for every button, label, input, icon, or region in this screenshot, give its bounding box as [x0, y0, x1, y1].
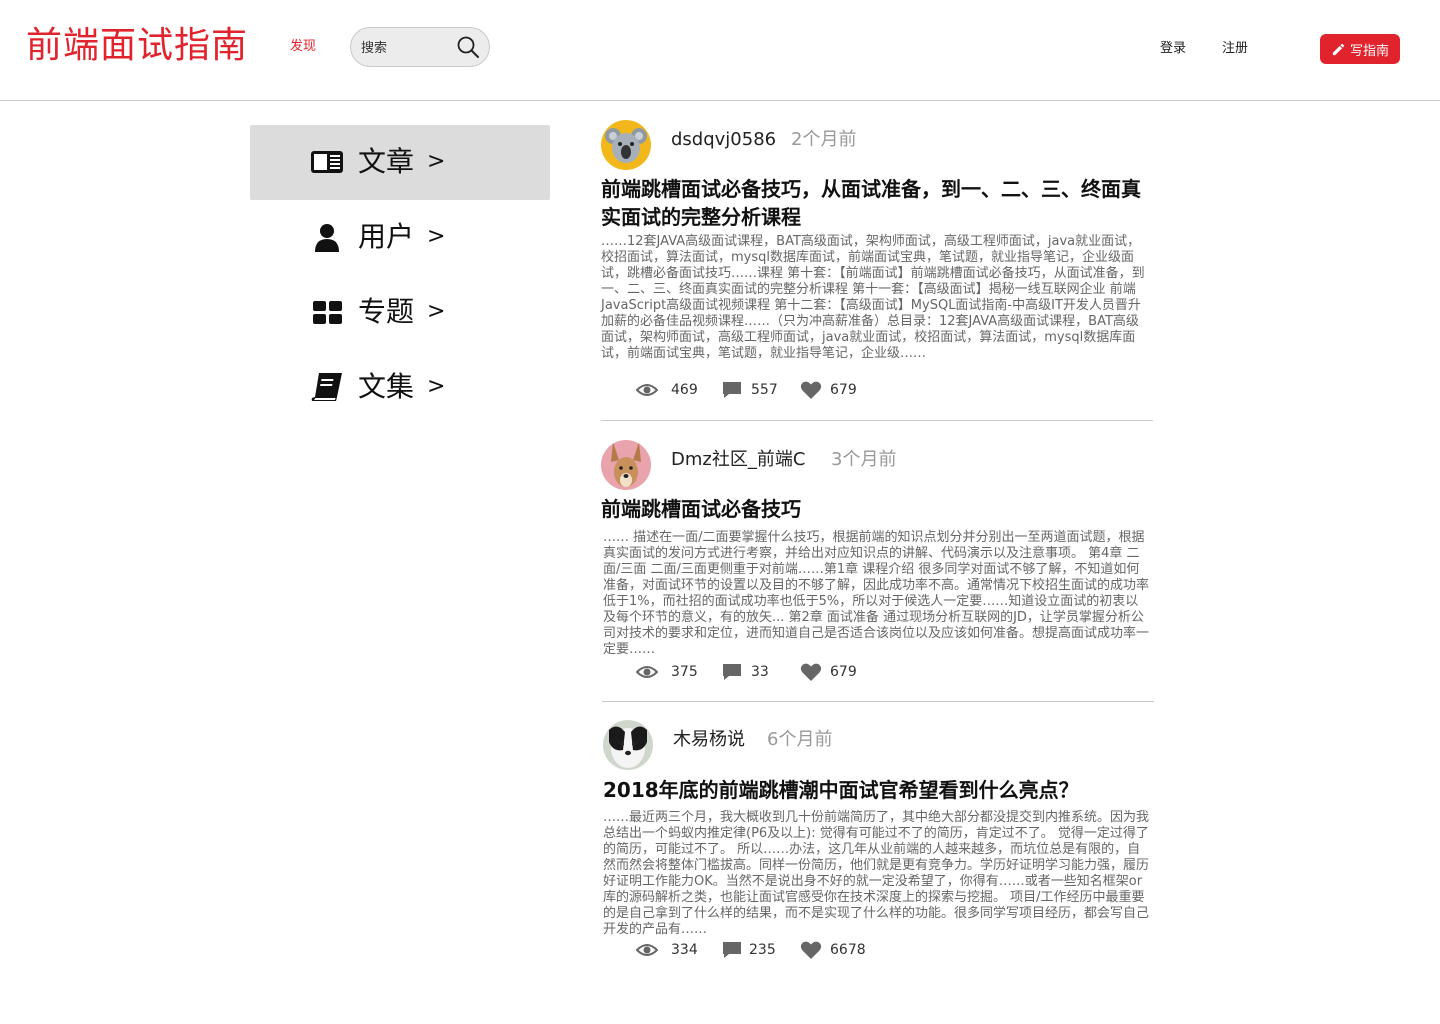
post-time: 6个月前: [767, 729, 833, 750]
article-stats: 375 33 679: [636, 662, 1036, 684]
author-name[interactable]: dsdqvj0586: [671, 129, 776, 151]
grid-icon: [313, 301, 342, 324]
view-count: 375: [671, 664, 698, 680]
author-name[interactable]: 木易杨说: [673, 729, 745, 751]
sidebar-item-collections[interactable]: 文集 >: [250, 350, 550, 425]
search-icon[interactable]: [456, 35, 480, 59]
article-title[interactable]: 2018年底的前端跳槽潮中面试官希望看到什么亮点？: [603, 776, 1153, 804]
newspaper-icon: [311, 151, 343, 173]
article-title[interactable]: 前端跳槽面试必备技巧: [601, 495, 1153, 523]
post-time: 3个月前: [831, 449, 897, 470]
category-sidebar: 文章 > 用户 > 专题 > 文集 >: [250, 125, 550, 425]
pencil-icon: [1332, 43, 1345, 55]
like-count: 679: [830, 664, 857, 680]
view-count: 469: [671, 382, 698, 398]
sidebar-label: 文章: [358, 145, 415, 178]
comment-icon: [723, 942, 741, 958]
sidebar-item-articles[interactable]: 文章 >: [250, 125, 550, 200]
site-logo[interactable]: 前端面试指南: [26, 24, 248, 68]
article-excerpt: …… 描述在一面/二面要掌握什么技巧，根据前端的知识点划分并分别出一至两道面试题…: [603, 530, 1150, 657]
write-guide-label: 写指南: [1349, 42, 1389, 58]
author-name[interactable]: Dmz社区_前端C: [671, 449, 805, 471]
write-guide-button[interactable]: 写指南: [1320, 34, 1400, 64]
avatar[interactable]: [603, 720, 653, 770]
nav-discover-link[interactable]: 发现: [290, 39, 316, 55]
koala-avatar-icon: [601, 120, 651, 170]
like-count: 679: [830, 382, 857, 398]
article-stats: 469 557 679: [636, 380, 1036, 402]
avatar[interactable]: [601, 120, 651, 170]
sidebar-label: 专题: [358, 295, 415, 328]
article-excerpt: ……最近两三个月，我大概收到几十份前端简历了，其中绝大部分都没提交到内推系统。因…: [603, 810, 1150, 937]
search-box: [350, 27, 490, 67]
sidebar-label: 用户: [358, 220, 415, 253]
heart-icon[interactable]: [800, 940, 822, 960]
article-excerpt: ……12套JAVA高级面试课程，BAT高级面试，架构师面试，高级工程师面试，ja…: [601, 234, 1145, 361]
heart-icon[interactable]: [800, 662, 822, 682]
eye-icon: [636, 944, 658, 956]
like-count: 6678: [830, 942, 866, 958]
comment-count: 557: [751, 382, 778, 398]
heart-icon[interactable]: [800, 380, 822, 400]
eye-icon: [636, 666, 658, 678]
chevron-right-icon: >: [427, 299, 446, 324]
avatar[interactable]: [601, 440, 651, 490]
sidebar-label: 文集: [358, 370, 415, 403]
top-header: 前端面试指南 发现 登录 注册 写指南: [0, 0, 1440, 101]
article-stats: 334 235 6678: [636, 940, 1036, 962]
login-link[interactable]: 登录: [1160, 41, 1186, 57]
comment-count: 235: [749, 942, 776, 958]
comment-count: 33: [751, 664, 769, 680]
comment-icon: [723, 664, 741, 680]
book-icon: [311, 373, 342, 401]
user-icon: [315, 224, 339, 252]
puppy-avatar-icon: [603, 720, 653, 770]
register-link[interactable]: 注册: [1222, 41, 1248, 57]
comment-icon: [723, 382, 741, 398]
sidebar-item-users[interactable]: 用户 >: [250, 200, 550, 275]
chevron-right-icon: >: [427, 224, 446, 249]
divider: [602, 701, 1154, 702]
divider: [601, 420, 1153, 421]
chevron-right-icon: >: [427, 149, 446, 174]
search-input[interactable]: [361, 39, 451, 57]
eye-icon: [636, 384, 658, 396]
dog-avatar-icon: [601, 440, 651, 490]
sidebar-item-topics[interactable]: 专题 >: [250, 275, 550, 350]
chevron-right-icon: >: [427, 374, 446, 399]
view-count: 334: [671, 942, 698, 958]
post-time: 2个月前: [791, 129, 857, 150]
article-title[interactable]: 前端跳槽面试必备技巧，从面试准备，到一、二、三、终面真实面试的完整分析课程: [601, 175, 1153, 231]
